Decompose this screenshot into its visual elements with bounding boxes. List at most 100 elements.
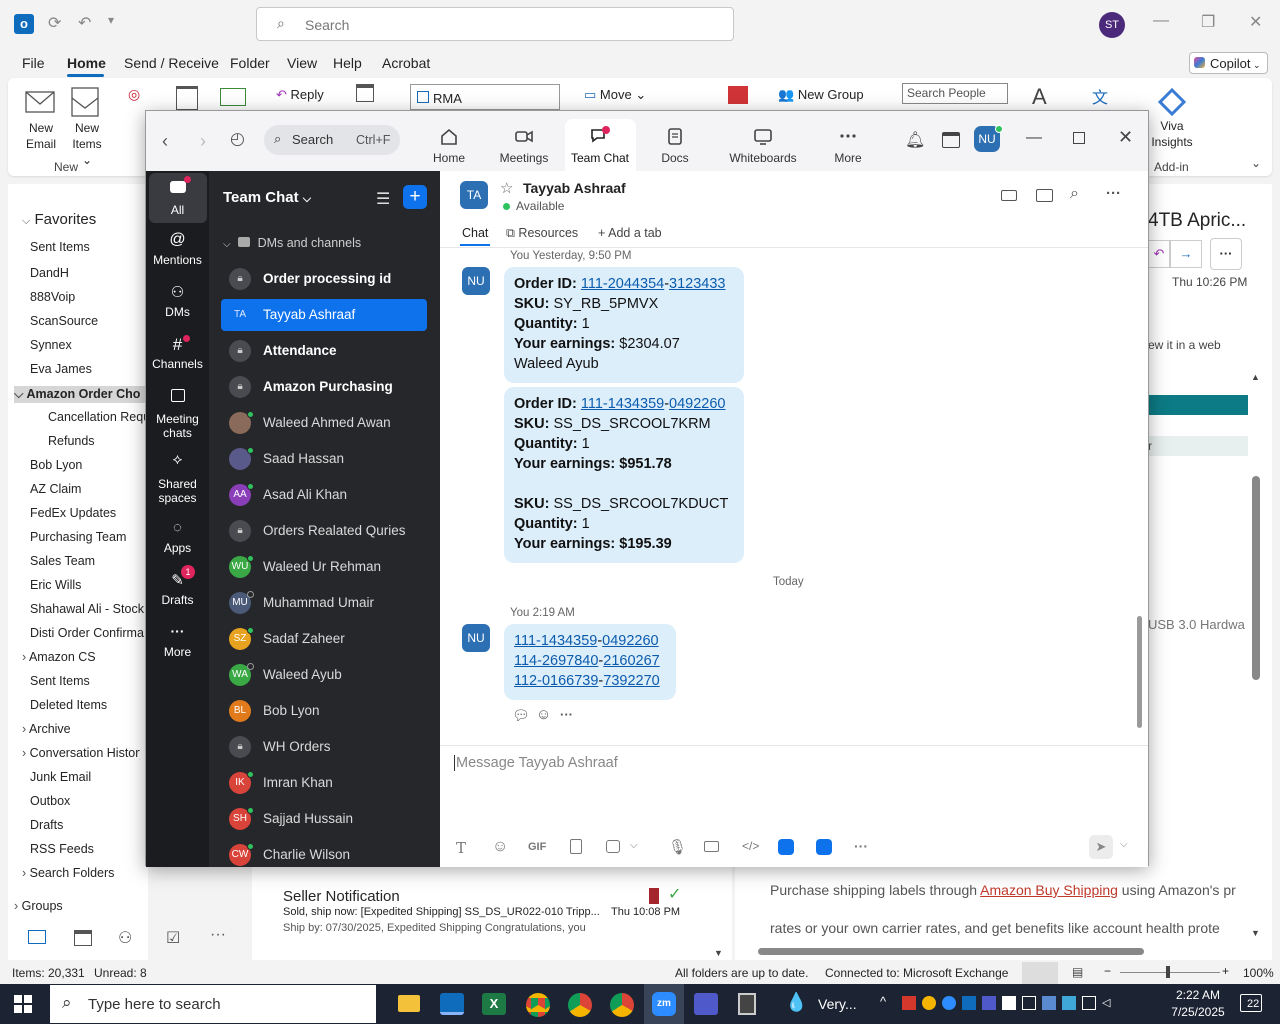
folder-item[interactable]: ⌵ Amazon Order Cho [14,386,148,403]
zoom-in-icon[interactable]: + [1222,964,1229,978]
menu-folder[interactable]: Folder [230,55,270,71]
chat-list-item[interactable]: 🔒︎ Amazon Purchasing [221,371,427,403]
show-hidden-icons[interactable]: ^ [880,994,886,1009]
more-actions-button[interactable]: ··· [1210,238,1242,270]
taskbar-search[interactable]: ⌕ Type here to search [50,985,376,1023]
clock-time[interactable]: 2:22 AM [1168,988,1228,1002]
message-bubble[interactable]: Order ID: 111-2044354-3123433 SKU: SY_RB… [504,267,744,383]
folder-item[interactable]: › Archive [22,722,71,736]
flag-icon[interactable] [728,86,748,104]
contact-avatar[interactable]: TA [460,181,488,209]
chat-list-item[interactable]: 🔒︎ Orders Realated Quries [221,515,427,547]
message-input[interactable]: Message Tayyab Ashraaf [454,751,1134,811]
share-screen-icon[interactable] [1036,189,1053,202]
list-scroll-down-icon[interactable]: ▼ [714,948,723,958]
order-link[interactable]: 114-2697840 [514,653,598,669]
nav-more[interactable]: ··· More [146,623,209,659]
zoom-app-icon[interactable] [778,839,794,855]
chat-list-item[interactable]: TA Tayyab Ashraaf [221,299,427,331]
teams-tray-icon[interactable] [982,996,996,1010]
folder-item[interactable]: Sales Team [30,554,95,568]
menu-view[interactable]: View [287,55,317,71]
chrome-tray-icon[interactable] [922,996,936,1010]
folder-item[interactable]: FedEx Updates [30,506,116,520]
folder-item[interactable]: Deleted Items [30,698,107,712]
folder-item[interactable]: Disti Order Confirma [30,626,144,640]
message-bubble[interactable]: Order ID: 111-1434359-0492260 SKU: SS_DS… [504,387,744,563]
chat-list-item[interactable]: MU Muhammad Umair [221,587,427,619]
order-link[interactable]: 111-2044354 [581,276,664,292]
add-reaction-icon[interactable]: ☺ [536,706,551,723]
bell-icon[interactable]: 🔔︎ [905,130,925,150]
sync-icon[interactable]: ⟳ [48,13,61,33]
scroll-thumb[interactable] [1252,476,1260,680]
chat-search-icon[interactable]: ⌕ [1070,185,1079,203]
zoom-minimize-button[interactable]: — [1026,129,1042,147]
reading-view-icon[interactable]: ▤ [1072,965,1083,979]
normal-view-icon[interactable] [1022,962,1058,984]
file-icon[interactable] [570,839,582,854]
chevron-right-icon[interactable]: › [22,722,29,736]
minimize-button[interactable]: — [1153,12,1169,30]
calendar-icon[interactable] [74,930,92,946]
nav-drafts[interactable]: ✎ 1 Drafts [146,565,209,607]
gif-icon[interactable]: GIF [528,841,546,853]
zoom-maximize-button[interactable] [1073,132,1085,144]
chat-list-item[interactable]: 🔒︎ Order processing id [221,263,427,295]
user-avatar[interactable]: ST [1099,12,1125,38]
chat-list-item[interactable]: SH Sajjad Hussain [221,803,427,835]
chat-list-item[interactable]: IK Imran Khan [221,767,427,799]
tab-meetings[interactable]: Meetings [487,121,561,171]
format-text-icon[interactable]: T [456,839,466,857]
folder-item[interactable]: Refunds [48,434,95,448]
tab-whiteboards[interactable]: Whiteboards [726,121,800,171]
file-explorer-icon[interactable] [398,995,420,1012]
read-aloud-icon[interactable]: A [1032,84,1047,110]
calendar-app-icon[interactable] [942,132,960,148]
calculator-icon[interactable] [738,993,756,1015]
order-link[interactable]: 111-1434359 [581,396,664,412]
vpn-tray-icon[interactable] [1042,996,1056,1010]
search-people-input[interactable]: Search People [902,83,1008,104]
folder-item[interactable]: 888Voip [30,290,75,304]
nav-meeting-chats[interactable]: Meeting chats [146,387,209,440]
chrome-icon-2[interactable] [568,993,592,1017]
chat-list-item[interactable]: AA Asad Ali Khan [221,479,427,511]
sender-avatar[interactable]: NU [462,267,490,295]
folder-item[interactable]: Drafts [30,818,63,832]
order-link[interactable]: 3123433 [669,276,725,292]
delete-icon[interactable] [176,86,198,110]
app-tray-icon[interactable] [1062,996,1076,1010]
folder-item[interactable]: ScanSource [30,314,98,328]
outlook-tray-icon[interactable] [962,996,976,1010]
menu-acrobat[interactable]: Acrobat [382,55,430,71]
favorites-header[interactable]: ⌵ Favorites [22,211,96,228]
customize-qat-icon[interactable]: ▾ [108,13,114,27]
menu-send-receive[interactable]: Send / Receive [124,55,219,71]
undo-icon[interactable]: ↶ [78,13,91,33]
check-icon[interactable]: ✓ [668,884,681,904]
order-link[interactable]: 2160267 [603,653,659,669]
video-call-icon[interactable] [1001,190,1017,201]
scroll-down-icon[interactable]: ▼ [1251,928,1260,938]
ignore-icon[interactable]: ◎ [128,86,140,103]
dropbox-tray-icon[interactable] [1002,996,1016,1010]
weather-icon[interactable]: 💧 [785,992,807,1013]
video-message-icon[interactable] [704,841,719,852]
weather-text[interactable]: Very... [818,996,857,1012]
folder-item[interactable]: › Search Folders [22,866,114,880]
mail-icon[interactable] [28,930,46,944]
folder-item[interactable]: Eric Wills [30,578,81,592]
volume-icon[interactable]: ◁ [1102,996,1116,1010]
zoom-app-icon-2[interactable] [816,839,832,855]
horizontal-scrollbar[interactable] [744,946,1244,956]
send-button[interactable]: ➤ [1089,835,1113,859]
new-email-button[interactable]: New Email [22,86,60,154]
tab-home[interactable]: Home [412,121,486,171]
forward-nav-icon[interactable]: › [200,131,206,152]
order-link[interactable]: 7392270 [603,673,659,689]
sender-avatar[interactable]: NU [462,624,490,652]
menu-help[interactable]: Help [333,55,362,71]
outlook-search-input[interactable]: ⌕ Search [256,7,734,41]
send-options-icon[interactable]: ⌵ [1120,839,1128,850]
